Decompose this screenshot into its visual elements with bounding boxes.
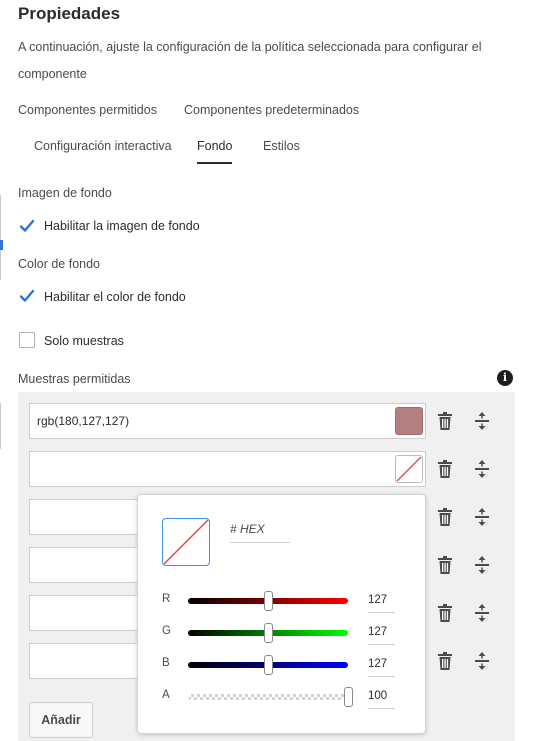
page-title: Propiedades xyxy=(18,4,121,23)
trash-icon[interactable] xyxy=(437,460,453,478)
alpha-slider[interactable] xyxy=(188,694,348,700)
drag-handle-icon[interactable] xyxy=(474,604,490,622)
trash-icon[interactable] xyxy=(437,604,453,622)
trash-icon[interactable] xyxy=(437,412,453,430)
checkmark-icon xyxy=(19,289,35,302)
trash-icon[interactable] xyxy=(437,508,453,526)
color-picker-popover: # HEX R 127 G 127 B 127 A 100 xyxy=(137,494,426,734)
active-tab-indicator xyxy=(197,162,232,164)
empty-color-icon xyxy=(396,456,422,482)
green-slider-thumb[interactable] xyxy=(263,623,273,643)
background-color-section-label: Color de fondo xyxy=(18,257,101,271)
blue-value-underline xyxy=(368,676,395,677)
page-description: A continuación, ajuste la configuración … xyxy=(18,40,482,81)
swatches-only-label: Solo muestras xyxy=(44,334,124,348)
enable-background-image-label: Habilitar la imagen de fondo xyxy=(44,219,200,233)
alpha-value-underline xyxy=(368,708,395,709)
red-value-input[interactable]: 127 xyxy=(368,594,395,606)
background-image-section-label: Imagen de fondo xyxy=(18,186,112,200)
checkmark-icon xyxy=(19,219,35,232)
enable-background-color-checkbox[interactable] xyxy=(19,288,35,304)
swatch-color-input[interactable]: rgb(180,127,127) xyxy=(29,403,426,439)
alpha-slider-thumb[interactable] xyxy=(343,687,353,707)
blue-slider-thumb[interactable] xyxy=(263,655,273,675)
drag-handle-icon[interactable] xyxy=(474,652,490,670)
swatches-only-checkbox[interactable] xyxy=(19,332,35,348)
tab-allowed-components[interactable]: Componentes permitidos xyxy=(18,103,157,117)
trash-icon[interactable] xyxy=(437,556,453,574)
red-value-underline xyxy=(368,612,395,613)
trash-icon[interactable] xyxy=(437,652,453,670)
tab-background[interactable]: Fondo xyxy=(197,139,232,153)
enable-background-color-label: Habilitar el color de fondo xyxy=(44,290,186,304)
green-channel-label: G xyxy=(162,625,171,637)
green-value-underline xyxy=(368,644,395,645)
hex-input[interactable]: # HEX xyxy=(230,522,265,536)
swatch-color-button[interactable] xyxy=(395,455,423,483)
red-channel-label: R xyxy=(162,593,171,605)
swatch-color-button[interactable] xyxy=(395,407,423,435)
drag-handle-icon[interactable] xyxy=(474,508,490,526)
hex-input-underline xyxy=(230,542,290,543)
alpha-channel-label: A xyxy=(162,689,170,701)
tab-interactive-config[interactable]: Configuración interactiva xyxy=(34,139,172,153)
tab-styles[interactable]: Estilos xyxy=(263,139,300,153)
blue-value-input[interactable]: 127 xyxy=(368,658,395,670)
left-panel-edge xyxy=(0,195,1,280)
add-swatch-button[interactable]: Añadir xyxy=(29,702,93,738)
alpha-value-input[interactable]: 100 xyxy=(368,690,395,702)
enable-background-image-checkbox[interactable] xyxy=(19,218,35,234)
empty-color-icon xyxy=(163,519,209,565)
red-slider-thumb[interactable] xyxy=(263,591,273,611)
swatch-color-input[interactable] xyxy=(29,451,426,487)
drag-handle-icon[interactable] xyxy=(474,460,490,478)
blue-channel-label: B xyxy=(162,657,170,669)
tab-default-components[interactable]: Componentes predeterminados xyxy=(184,103,359,117)
drag-handle-icon[interactable] xyxy=(474,412,490,430)
allowed-swatches-label: Muestras permitidas xyxy=(18,372,131,386)
left-panel-edge-lower xyxy=(0,403,1,449)
green-value-input[interactable]: 127 xyxy=(368,626,395,638)
swatch-color-value: rgb(180,127,127) xyxy=(37,414,130,428)
left-panel-marker xyxy=(0,240,3,250)
info-icon[interactable]: i xyxy=(497,370,513,386)
color-preview-swatch[interactable] xyxy=(162,518,210,566)
drag-handle-icon[interactable] xyxy=(474,556,490,574)
